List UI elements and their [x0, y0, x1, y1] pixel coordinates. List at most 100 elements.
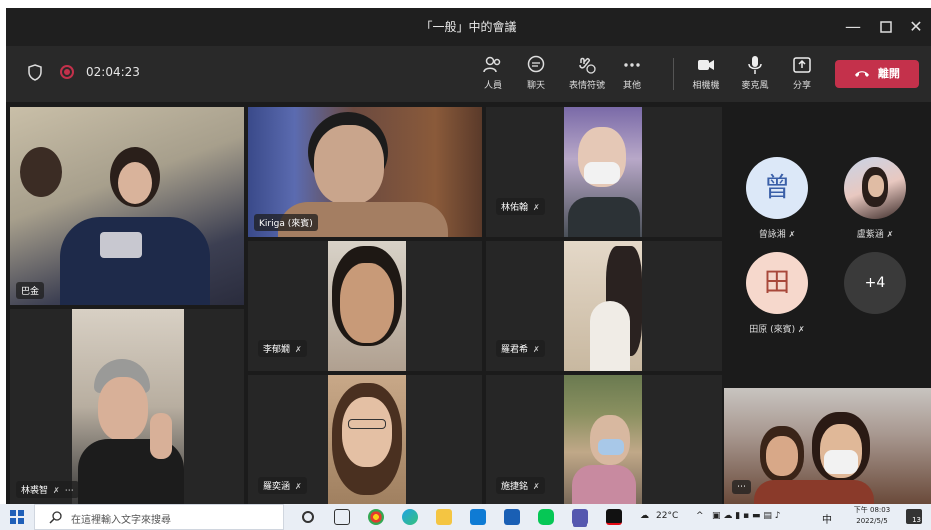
participant-name-label: 施捷銘 ✗ — [496, 477, 545, 494]
windows-start-icon[interactable] — [10, 510, 24, 524]
teams-meeting-window: 「一般」中的會議 — ✕ 02:04:23 人員 聊天 表情符號 其他 相機機 … — [6, 8, 931, 504]
notification-center-icon[interactable]: 13 — [906, 509, 922, 524]
netflix-icon[interactable] — [606, 509, 622, 525]
recording-icon — [60, 65, 74, 79]
reactions-label: 表情符號 — [568, 81, 605, 91]
avatar — [844, 157, 906, 219]
notification-count: 13 — [912, 516, 921, 524]
people-icon — [483, 56, 501, 73]
participant-name: 盧紫涵 — [856, 230, 884, 240]
overflow-participants[interactable]: +4 — [830, 252, 920, 314]
participant-name-label: 巴金 — [16, 282, 45, 299]
participant-name: 曾詠湘 — [758, 230, 786, 240]
task-view-icon[interactable] — [334, 509, 350, 525]
video-tile-8[interactable]: 施捷銘 ✗ — [486, 375, 722, 504]
more-label: 其他 — [622, 81, 641, 91]
participant-name: 田原 (來賓) — [749, 325, 796, 335]
share-label: 分享 — [792, 81, 811, 91]
microphone-button[interactable]: 麥克風 — [733, 53, 777, 97]
people-label: 人員 — [483, 81, 502, 91]
chat-icon — [527, 55, 545, 73]
reactions-button[interactable]: 表情符號 — [565, 53, 609, 97]
windows-taskbar: 在這裡輸入文字來搜尋 ☁ 22°C ^ ▣ ☁ ▮ ▪ ▬ ▤ ♪ 中 下午 0… — [0, 504, 931, 530]
mic-off-icon: ✗ — [53, 486, 60, 495]
chat-button[interactable]: 聊天 — [514, 53, 558, 97]
self-view-video[interactable]: ⋯ — [724, 388, 931, 504]
video-tile-7[interactable]: 羅奕涵 ✗ — [248, 375, 482, 504]
self-view-more-icon[interactable]: ⋯ — [732, 480, 751, 494]
participant-name-label: 林裘智 ✗ ⋯ — [16, 481, 79, 498]
avatar: 曾 — [746, 157, 808, 219]
meeting-controls-bar: 02:04:23 人員 聊天 表情符號 其他 相機機 麥克風 分享 離開 — [6, 46, 931, 102]
clock-time: 下午 08:03 — [853, 506, 891, 514]
search-icon — [49, 511, 62, 524]
line-app-icon[interactable] — [538, 509, 554, 525]
video-tile-1[interactable]: 巴金 — [10, 107, 244, 305]
participant-avatar-tile[interactable]: 田 田原 (來賓) ✗ — [732, 252, 822, 335]
camera-label: 相機機 — [692, 81, 720, 91]
file-explorer-icon[interactable] — [436, 509, 452, 525]
participant-name-label: 李郁嫺 ✗ — [258, 340, 307, 357]
taskbar-search-box[interactable]: 在這裡輸入文字來搜尋 — [34, 504, 284, 530]
video-tile-6[interactable]: 林裘智 ✗ ⋯ — [10, 309, 244, 504]
mic-off-icon: ✗ — [295, 345, 302, 354]
people-button[interactable]: 人員 — [471, 53, 515, 97]
participant-name-label: 羅奕涵 ✗ — [258, 477, 307, 494]
minimize-button[interactable]: — — [840, 14, 866, 40]
video-tile-3[interactable]: 林佑翰 ✗ — [486, 107, 722, 237]
input-method-indicator[interactable]: 中 — [822, 511, 832, 526]
cortana-icon[interactable] — [302, 511, 314, 523]
mic-off-icon: ✗ — [533, 482, 540, 491]
show-hidden-icons-icon[interactable]: ^ — [696, 511, 704, 521]
share-icon — [793, 57, 811, 73]
shield-icon[interactable] — [28, 64, 42, 81]
leave-label: 離開 — [877, 67, 900, 80]
share-button[interactable]: 分享 — [780, 53, 824, 97]
more-icon[interactable]: ⋯ — [65, 486, 74, 496]
mic-off-icon: ✗ — [533, 203, 540, 212]
teams-icon[interactable] — [572, 509, 588, 525]
window-title: 「一般」中的會議 — [420, 20, 517, 34]
mail-icon[interactable] — [504, 509, 520, 525]
weather-icon[interactable]: ☁ — [640, 511, 649, 521]
toolbar-divider — [673, 58, 674, 90]
video-stage: 巴金 Kiriga (來賓) 林佑翰 ✗ 李郁嫺 ✗ 羅君希 ✗ 林裘智 ✗ ⋯… — [6, 102, 931, 504]
taskbar-clock[interactable]: 下午 08:03 2022/5/5 — [850, 505, 894, 527]
edge-icon[interactable] — [402, 509, 418, 525]
clock-date: 2022/5/5 — [856, 517, 888, 525]
weather-temperature: 22°C — [656, 511, 679, 521]
participant-avatar-tile[interactable]: 盧紫涵 ✗ — [830, 157, 920, 240]
chat-label: 聊天 — [526, 81, 545, 91]
camera-button[interactable]: 相機機 — [684, 53, 728, 97]
reactions-icon — [579, 57, 596, 74]
mic-off-icon: ✗ — [533, 345, 540, 354]
mic-off-icon: ✗ — [798, 325, 805, 334]
microphone-label: 麥克風 — [741, 81, 769, 91]
video-tile-5[interactable]: 羅君希 ✗ — [486, 241, 722, 371]
phone-hangup-icon — [855, 71, 870, 77]
meeting-timer: 02:04:23 — [86, 65, 140, 79]
participant-name-label: 林佑翰 ✗ — [496, 198, 545, 215]
mic-off-icon: ✗ — [886, 230, 894, 239]
mic-off-icon: ✗ — [295, 482, 302, 491]
participant-avatar-tile[interactable]: 曾 曾詠湘 ✗ — [732, 157, 822, 240]
close-button[interactable]: ✕ — [903, 14, 929, 40]
avatar: 田 — [746, 252, 808, 314]
more-options-button[interactable]: 其他 — [610, 53, 654, 97]
microphone-icon — [748, 56, 762, 74]
title-bar: 「一般」中的會議 — ✕ — [6, 8, 931, 46]
maximize-button[interactable] — [873, 14, 899, 40]
participant-name-label: 羅君希 ✗ — [496, 340, 545, 357]
more-participants-count: +4 — [844, 252, 906, 314]
leave-button[interactable]: 離開 — [835, 60, 919, 88]
mic-off-icon: ✗ — [788, 230, 796, 239]
participant-name-label: Kiriga (來賓) — [254, 214, 318, 231]
search-placeholder: 在這裡輸入文字來搜尋 — [71, 515, 171, 526]
chrome-icon[interactable] — [368, 509, 384, 525]
camera-icon — [698, 60, 714, 70]
tray-app-icons[interactable]: ▣ ☁ ▮ ▪ ▬ ▤ ♪ — [712, 511, 780, 521]
video-tile-2[interactable]: Kiriga (來賓) — [248, 107, 482, 237]
store-icon[interactable] — [470, 509, 486, 525]
more-icon — [624, 63, 640, 67]
video-tile-4[interactable]: 李郁嫺 ✗ — [248, 241, 482, 371]
